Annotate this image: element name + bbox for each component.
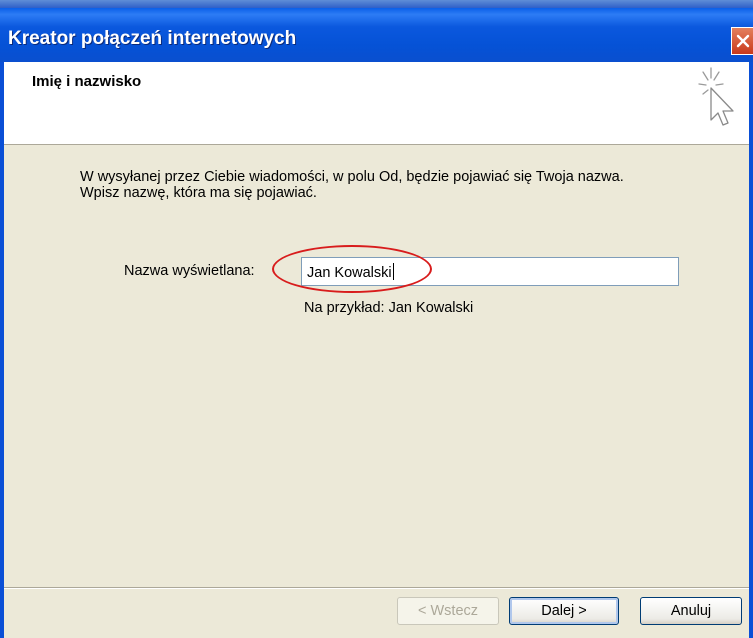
- display-name-text: Jan Kowalski: [307, 265, 392, 281]
- back-button[interactable]: < Wstecz: [397, 597, 499, 625]
- instructions-text: W wysyłanej przez Ciebie wiadomości, w p…: [80, 169, 720, 201]
- title-bar[interactable]: Kreator połączeń internetowych: [0, 8, 753, 62]
- page-title: Imię i nazwisko: [32, 73, 142, 90]
- close-button[interactable]: [731, 27, 753, 55]
- display-name-value: Jan Kowalski: [307, 263, 394, 281]
- instructions-line-1: W wysyłanej przez Ciebie wiadomości, w p…: [80, 169, 624, 185]
- next-button[interactable]: Dalej >: [509, 597, 619, 625]
- wizard-window: Kreator połączeń internetowych Imię i na…: [0, 0, 753, 638]
- instructions-line-2: Wpisz nazwę, która ma się pojawiać.: [80, 185, 317, 201]
- window-title: Kreator połączeń internetowych: [8, 28, 297, 49]
- window-frame-left: [0, 62, 4, 638]
- example-hint: Na przykład: Jan Kowalski: [304, 300, 474, 316]
- display-name-input[interactable]: Jan Kowalski: [301, 257, 679, 286]
- wizard-header: Imię i nazwisko: [4, 62, 749, 145]
- footer-separator: [4, 587, 749, 589]
- close-icon: [736, 34, 750, 48]
- cancel-button[interactable]: Anuluj: [640, 597, 742, 625]
- display-name-label: Nazwa wyświetlana:: [124, 263, 255, 279]
- wizard-cursor-icon: [698, 67, 734, 126]
- window-frame-right: [749, 62, 753, 638]
- background-window-strip: [0, 0, 753, 8]
- text-caret: [392, 263, 394, 280]
